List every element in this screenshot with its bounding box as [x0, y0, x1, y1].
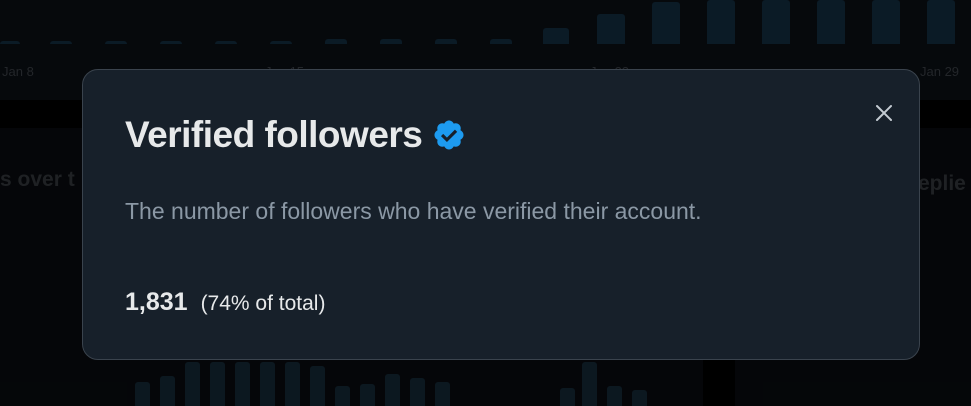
verified-followers-dialog: Verified followers The number of followe… — [82, 69, 920, 360]
dialog-title: Verified followers — [125, 114, 423, 155]
verified-badge-icon — [434, 120, 464, 150]
verified-followers-percentage: (74% of total) — [200, 292, 326, 315]
dialog-description: The number of followers who have verifie… — [125, 198, 702, 224]
close-icon — [876, 105, 892, 121]
verified-followers-count: 1,831 — [125, 288, 188, 316]
verified-followers-stat: 1,831 (74% of total) — [125, 288, 325, 317]
dialog-title-row: Verified followers — [125, 114, 466, 156]
close-button[interactable] — [871, 100, 897, 126]
